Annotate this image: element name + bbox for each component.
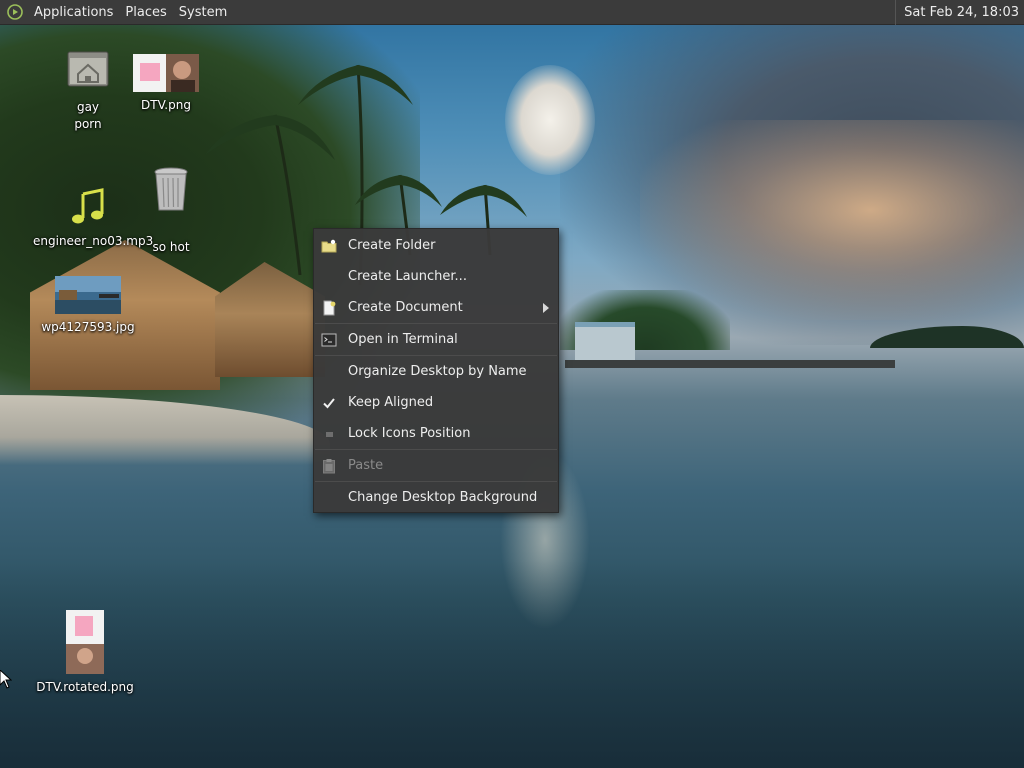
menu-item-create-launcher[interactable]: Create Launcher... [314,261,558,292]
menu-item-keep-aligned[interactable]: Keep Aligned [314,387,558,418]
menu-item-create-document[interactable]: Create Document [314,292,558,323]
menu-item-label: Paste [348,458,384,473]
image-thumbnail-icon [111,54,221,95]
icon-label: DTV.png [141,98,191,112]
menu-item-label: Create Launcher... [348,269,467,284]
menu-item-label: Open in Terminal [348,332,458,347]
places-menu[interactable]: Places [119,0,172,25]
top-panel: Applications Places System Sat Feb 24, 1… [0,0,1024,25]
new-folder-icon [321,238,337,254]
icon-label: porn [74,117,102,131]
clock[interactable]: Sat Feb 24, 18:03 [895,0,1024,25]
image-thumbnail-icon [30,610,140,677]
menu-item-label: Keep Aligned [348,395,434,410]
system-menu[interactable]: System [173,0,233,25]
desktop-context-menu: Create Folder Create Launcher... Create … [313,228,559,513]
applications-menu[interactable]: Applications [28,0,119,25]
desktop-icon-wp-jpg[interactable]: wp4127593.jpg [33,276,143,336]
lock-square-icon [321,426,337,442]
image-thumbnail-icon [33,276,143,317]
distro-logo-icon[interactable] [6,3,24,21]
menu-item-organize-desktop[interactable]: Organize Desktop by Name [314,356,558,387]
menu-item-label: Organize Desktop by Name [348,364,527,379]
icon-label: DTV.rotated.png [36,680,134,694]
icon-label: so hot [152,240,190,254]
clipboard-icon [321,458,337,474]
menu-item-open-terminal[interactable]: Open in Terminal [314,324,558,355]
terminal-icon [321,332,337,348]
trash-icon [116,166,226,217]
mouse-cursor-icon [0,669,13,694]
menu-item-create-folder[interactable]: Create Folder [314,230,558,261]
menu-item-label: Create Document [348,300,463,315]
desktop[interactable]: Applications Places System Sat Feb 24, 1… [0,0,1024,768]
icon-label: gay [76,100,100,114]
menu-item-label: Create Folder [348,238,436,253]
desktop-icon-dtv-rotated-png[interactable]: DTV.rotated.png [30,610,140,696]
menu-item-label: Change Desktop Background [348,490,538,505]
desktop-icon-dtv-png[interactable]: DTV.png [111,54,221,114]
menu-item-change-background[interactable]: Change Desktop Background [314,482,558,513]
new-document-icon [321,300,337,316]
menu-item-lock-icons[interactable]: Lock Icons Position [314,418,558,449]
icon-label: wp4127593.jpg [41,320,135,334]
desktop-icon-trash[interactable]: so hot [116,166,226,256]
submenu-arrow-icon [543,303,549,313]
menu-item-label: Lock Icons Position [348,426,471,441]
menu-item-paste: Paste [314,450,558,481]
checkmark-icon [321,395,337,411]
